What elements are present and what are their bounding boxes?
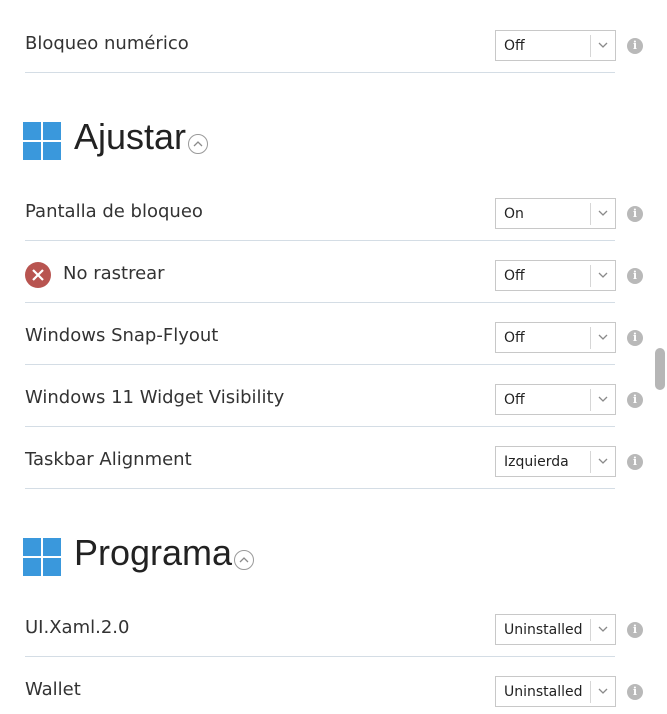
divider (25, 488, 615, 489)
chevron-down-icon[interactable] (590, 35, 615, 57)
setting-label: Pantalla de bloqueo (25, 201, 203, 222)
windows-logo-icon (23, 538, 61, 576)
dropdown-value: Izquierda (504, 454, 569, 470)
setting-row-pantalla-de-bloqueo: Pantalla de bloqueo On i (25, 188, 643, 234)
setting-label: Taskbar Alignment (25, 449, 192, 470)
info-icon[interactable]: i (627, 330, 643, 346)
setting-dropdown[interactable]: Uninstalled (495, 676, 616, 707)
settings-page: Bloqueo numérico Off i Ajustar Pantalla … (0, 0, 667, 714)
chevron-down-icon[interactable] (590, 451, 615, 473)
chevron-down-icon[interactable] (590, 681, 615, 703)
info-icon[interactable]: i (627, 38, 643, 54)
setting-dropdown[interactable]: Uninstalled (495, 614, 616, 645)
setting-label: Bloqueo numérico (25, 33, 189, 54)
setting-row-no-rastrear: No rastrear Off i (25, 250, 643, 296)
divider (25, 656, 615, 657)
setting-label: Windows Snap-Flyout (25, 325, 219, 346)
setting-row-windows-11-widget-visibility: Windows 11 Widget Visibility Off i (25, 374, 643, 420)
windows-logo-icon (23, 122, 61, 160)
dropdown-value: Off (504, 268, 525, 284)
divider (25, 426, 615, 427)
chevron-down-icon[interactable] (590, 389, 615, 411)
divider (25, 240, 615, 241)
setting-row-taskbar-alignment: Taskbar Alignment Izquierda i (25, 436, 643, 482)
info-icon[interactable]: i (627, 454, 643, 470)
dropdown-value: Off (504, 392, 525, 408)
setting-dropdown[interactable]: Off (495, 322, 616, 353)
chevron-down-icon[interactable] (590, 327, 615, 349)
chevron-up-circle-icon[interactable] (188, 134, 208, 154)
scrollbar-thumb[interactable] (655, 348, 665, 390)
info-icon[interactable]: i (627, 392, 643, 408)
info-icon[interactable]: i (627, 622, 643, 638)
setting-row-ui-xaml: UI.Xaml.2.0 Uninstalled i (25, 604, 643, 650)
setting-dropdown[interactable]: Izquierda (495, 446, 616, 477)
setting-dropdown[interactable]: On (495, 198, 616, 229)
divider (25, 302, 615, 303)
dropdown-value: Uninstalled (504, 684, 583, 700)
dropdown-value: Off (504, 38, 525, 54)
setting-label: UI.Xaml.2.0 (25, 617, 130, 638)
divider (25, 72, 615, 73)
info-icon[interactable]: i (627, 268, 643, 284)
dropdown-value: On (504, 206, 524, 222)
setting-label: No rastrear (63, 263, 165, 284)
setting-dropdown[interactable]: Off (495, 260, 616, 291)
error-x-icon (25, 262, 51, 288)
setting-label: Windows 11 Widget Visibility (25, 387, 285, 408)
setting-dropdown[interactable]: Off (495, 30, 616, 61)
dropdown-value: Off (504, 330, 525, 346)
info-icon[interactable]: i (627, 684, 643, 700)
setting-dropdown[interactable]: Off (495, 384, 616, 415)
chevron-down-icon[interactable] (590, 203, 615, 225)
setting-row-windows-snap-flyout: Windows Snap-Flyout Off i (25, 312, 643, 358)
chevron-down-icon[interactable] (590, 265, 615, 287)
chevron-up-circle-icon[interactable] (234, 550, 254, 570)
setting-row-wallet: Wallet Uninstalled i (25, 666, 643, 712)
setting-row-bloqueo-numerico: Bloqueo numérico Off i (25, 20, 643, 66)
dropdown-value: Uninstalled (504, 622, 583, 638)
section-title: Programa (74, 532, 233, 573)
divider (25, 364, 615, 365)
setting-label: Wallet (25, 679, 81, 700)
chevron-down-icon[interactable] (590, 619, 615, 641)
section-title: Ajustar (74, 116, 187, 157)
info-icon[interactable]: i (627, 206, 643, 222)
